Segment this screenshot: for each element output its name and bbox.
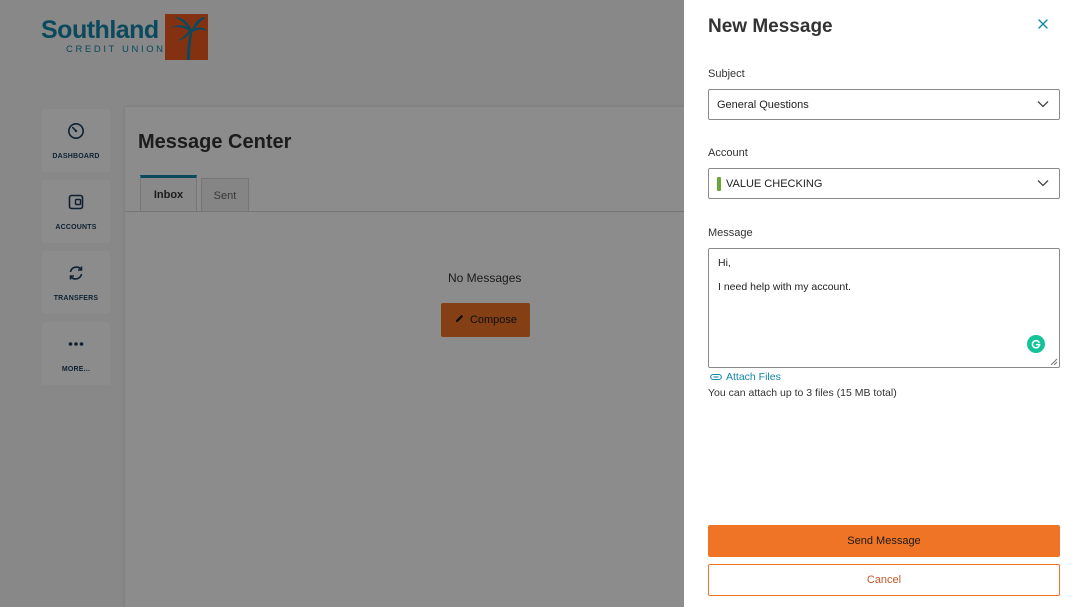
modal-backdrop[interactable]	[0, 0, 684, 607]
send-message-button[interactable]: Send Message	[708, 525, 1060, 557]
account-select[interactable]: VALUE CHECKING	[708, 168, 1060, 199]
grammarly-icon[interactable]	[1027, 335, 1045, 353]
account-value: VALUE CHECKING	[726, 177, 823, 190]
attach-hint-text: You can attach up to 3 files (15 MB tota…	[708, 387, 897, 399]
attach-files-label: Attach Files	[726, 371, 781, 383]
subject-select[interactable]: General Questions	[708, 89, 1060, 120]
subject-value: General Questions	[717, 98, 809, 111]
attach-files-link[interactable]: Attach Files	[710, 371, 781, 383]
paperclip-icon	[710, 373, 722, 381]
chevron-down-icon	[1037, 180, 1049, 187]
account-color-indicator	[717, 176, 721, 191]
close-button[interactable]	[1034, 16, 1052, 34]
message-line: Hi,	[718, 257, 731, 269]
subject-label: Subject	[708, 68, 745, 80]
chevron-down-icon	[1037, 101, 1049, 108]
message-label: Message	[708, 227, 753, 239]
new-message-drawer: New Message Subject General Questions Ac…	[684, 0, 1080, 607]
message-textarea[interactable]: Hi, I need help with my account.	[708, 248, 1060, 368]
cancel-button[interactable]: Cancel	[708, 564, 1060, 596]
message-line: I need help with my account.	[718, 281, 852, 293]
drawer-title: New Message	[708, 16, 833, 37]
resize-handle-icon[interactable]	[1050, 358, 1058, 366]
close-icon	[1038, 16, 1048, 34]
account-label: Account	[708, 147, 748, 159]
